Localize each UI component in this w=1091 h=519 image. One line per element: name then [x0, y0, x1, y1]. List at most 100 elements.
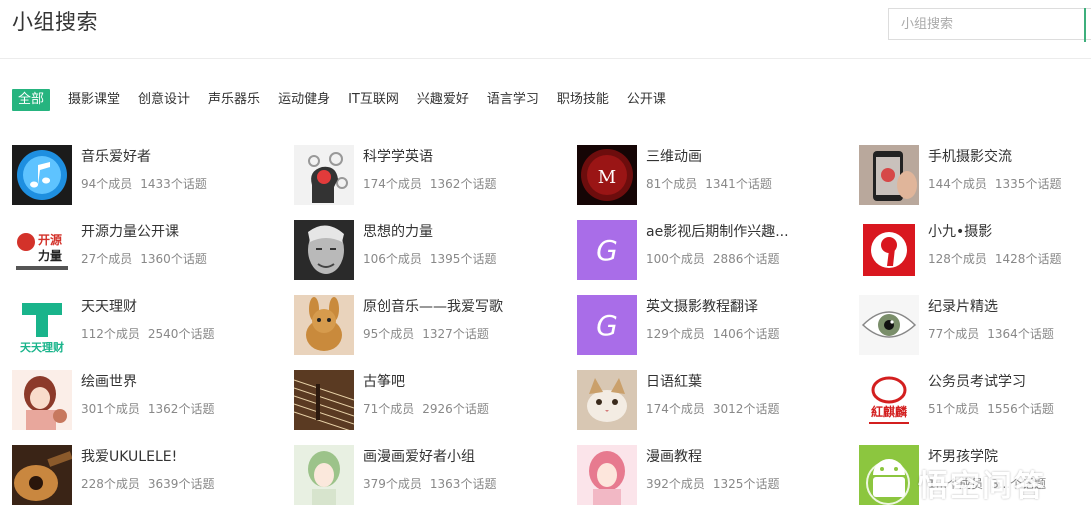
g-letter-icon[interactable]: G — [577, 220, 637, 280]
group-name-link[interactable]: 科学学英语 — [363, 146, 433, 166]
group-card[interactable]: 音乐爱好者 94个成员 1433个话题 — [12, 145, 282, 205]
group-name-link[interactable]: 音乐爱好者 — [81, 146, 151, 166]
group-card[interactable]: 科学学英语 174个成员 1362个话题 — [294, 145, 564, 205]
topic-count: 1362个话题 — [429, 177, 497, 191]
anime-girl-illustration[interactable] — [12, 370, 72, 430]
group-card[interactable]: 思想的力量 106个成员 1395个话题 — [294, 220, 564, 280]
group-stats: 81个成员 1341个话题 — [646, 175, 772, 192]
group-card[interactable]: 画漫画爱好者小组 379个成员 1363个话题 — [294, 445, 564, 505]
group-name-link[interactable]: 古筝吧 — [363, 371, 405, 391]
topic-count: 3639个话题 — [147, 477, 215, 491]
member-count: 27个成员 — [81, 252, 133, 266]
member-count: 1...个成员 — [928, 477, 984, 491]
group-card[interactable]: G 英文摄影教程翻译 129个成员 1406个话题 — [577, 295, 847, 355]
group-card[interactable]: 纪录片精选 77个成员 1364个话题 — [859, 295, 1091, 355]
group-card[interactable]: 原创音乐——我爱写歌 95个成员 1327个话题 — [294, 295, 564, 355]
group-card[interactable]: 我爱UKULELE! 228个成员 3639个话题 — [12, 445, 282, 505]
member-count: 81个成员 — [646, 177, 698, 191]
group-card[interactable]: 漫画教程 392个成员 1325个话题 — [577, 445, 847, 505]
category-photography[interactable]: 摄影课堂 — [68, 89, 120, 111]
itunes-icon[interactable] — [12, 145, 72, 205]
group-name-link[interactable]: 纪录片精选 — [928, 296, 998, 316]
guzheng-strings-photo[interactable] — [294, 370, 354, 430]
g-letter-icon[interactable]: G — [577, 295, 637, 355]
group-stats: 128个成员 1428个话题 — [928, 250, 1061, 267]
group-name-link[interactable]: ae影视后期制作兴趣... — [646, 221, 789, 241]
group-card[interactable]: 开源 力量 开源力量公开课 27个成员 1360个话题 — [12, 220, 282, 280]
group-name-link[interactable]: 三维动画 — [646, 146, 702, 166]
category-career[interactable]: 职场技能 — [557, 89, 609, 111]
old-man-portrait[interactable] — [294, 220, 354, 280]
anime-boy-illustration[interactable] — [294, 445, 354, 505]
member-count: 174个成员 — [646, 402, 705, 416]
group-stats: 1...个成员 3...个话题 — [928, 475, 1046, 492]
group-name-link[interactable]: 手机摄影交流 — [928, 146, 1012, 166]
group-name-link[interactable]: 开源力量公开课 — [81, 221, 179, 241]
group-stats: 379个成员 1363个话题 — [363, 475, 496, 492]
group-name-link[interactable]: 公务员考试学习 — [928, 371, 1026, 391]
cat-photo[interactable] — [577, 370, 637, 430]
open-source-force-logo[interactable]: 开源 力量 — [12, 220, 72, 280]
category-music[interactable]: 声乐器乐 — [208, 89, 260, 111]
member-count: 174个成员 — [363, 177, 422, 191]
category-hobby[interactable]: 兴趣爱好 — [417, 89, 469, 111]
group-name-link[interactable]: 英文摄影教程翻译 — [646, 296, 758, 316]
group-card[interactable]: 手机摄影交流 144个成员 1335个话题 — [859, 145, 1091, 205]
member-count: 51个成员 — [928, 402, 980, 416]
category-all[interactable]: 全部 — [12, 89, 51, 111]
group-card[interactable]: 坏男孩学院 1...个成员 3...个话题 — [859, 445, 1091, 505]
group-name-link[interactable]: 小九•摄影 — [928, 221, 992, 241]
group-name-link[interactable]: 画漫画爱好者小组 — [363, 446, 475, 466]
phone-camera-photo[interactable] — [859, 145, 919, 205]
group-card[interactable]: M 三维动画 81个成员 1341个话题 — [577, 145, 847, 205]
group-name-link[interactable]: 日语紅葉 — [646, 371, 702, 391]
search-box[interactable] — [888, 8, 1091, 40]
group-card[interactable]: 日语紅葉 174个成员 3012个话题 — [577, 370, 847, 430]
anime-girl-pink-illustration[interactable] — [577, 445, 637, 505]
nine-logo-icon[interactable] — [859, 220, 919, 280]
category-it[interactable]: IT互联网 — [348, 89, 399, 111]
group-name-link[interactable]: 坏男孩学院 — [928, 446, 998, 466]
topic-count: 1428个话题 — [994, 252, 1062, 266]
seal-logo-icon[interactable]: 紅麒麟 — [859, 370, 919, 430]
group-card[interactable]: 绘画世界 301个成员 1362个话题 — [12, 370, 282, 430]
category-language[interactable]: 语言学习 — [487, 89, 539, 111]
member-count: 128个成员 — [928, 252, 987, 266]
topic-count: 1364个话题 — [987, 327, 1054, 341]
search-input[interactable] — [889, 9, 1091, 39]
group-card[interactable]: 天天理财 天天理财 112个成员 2540个话题 — [12, 295, 282, 355]
category-open-course[interactable]: 公开课 — [627, 89, 666, 111]
brain-gears-icon[interactable] — [294, 145, 354, 205]
category-fitness[interactable]: 运动健身 — [278, 89, 330, 111]
header-divider — [0, 58, 1091, 59]
group-name-link[interactable]: 思想的力量 — [363, 221, 433, 241]
group-name-link[interactable]: 原创音乐——我爱写歌 — [363, 296, 503, 316]
group-card[interactable]: 紅麒麟 公务员考试学习 51个成员 1556个话题 — [859, 370, 1091, 430]
group-stats: 144个成员 1335个话题 — [928, 175, 1061, 192]
svg-text:力量: 力量 — [38, 248, 62, 263]
eye-photo[interactable] — [859, 295, 919, 355]
group-card[interactable]: 小九•摄影 128个成员 1428个话题 — [859, 220, 1091, 280]
topic-count: 1433个话题 — [140, 177, 207, 191]
plush-toy-photo[interactable] — [294, 295, 354, 355]
tiantian-licai-logo[interactable]: 天天理财 — [12, 295, 72, 355]
group-card[interactable]: 古筝吧 71个成员 2926个话题 — [294, 370, 564, 430]
category-design[interactable]: 创意设计 — [138, 89, 190, 111]
group-name-link[interactable]: 我爱UKULELE! — [81, 446, 177, 466]
group-stats: 95个成员 1327个话题 — [363, 325, 489, 342]
android-logo-icon[interactable] — [859, 445, 919, 505]
svg-text:开源: 开源 — [38, 232, 62, 247]
ukulele-photo[interactable] — [12, 445, 72, 505]
group-name-link[interactable]: 漫画教程 — [646, 446, 702, 466]
group-name-link[interactable]: 绘画世界 — [81, 371, 137, 391]
member-count: 112个成员 — [81, 327, 140, 341]
svg-text:G: G — [596, 234, 618, 267]
topic-count: 3012个话题 — [712, 402, 780, 416]
group-stats: 174个成员 1362个话题 — [363, 175, 496, 192]
maya-logo-icon[interactable]: M — [577, 145, 637, 205]
member-count: 144个成员 — [928, 177, 987, 191]
group-name-link[interactable]: 天天理财 — [81, 296, 137, 316]
member-count: 301个成员 — [81, 402, 140, 416]
group-card[interactable]: Gae影视后期制作兴趣... 100个成员 2886个话题 — [577, 220, 847, 280]
search-button-edge[interactable] — [1084, 8, 1086, 42]
